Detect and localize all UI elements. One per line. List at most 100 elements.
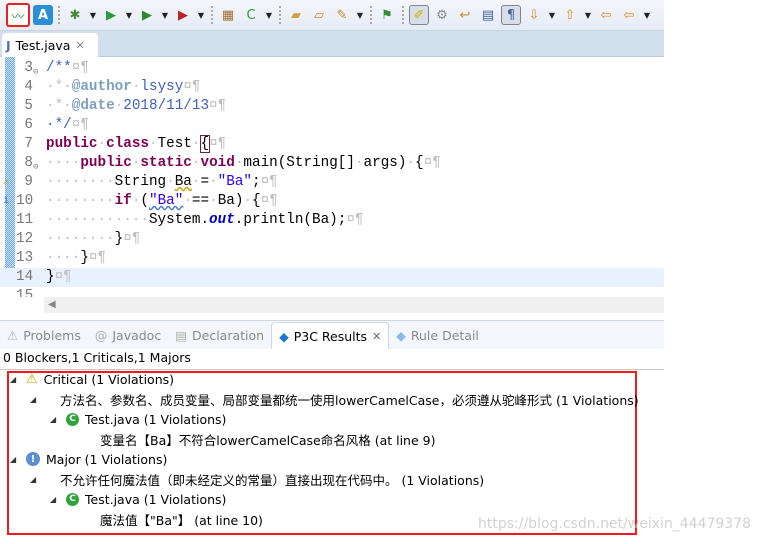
code-line[interactable]: 4 ·*·@author·lsysy¤¶ — [0, 78, 664, 97]
code-editor[interactable]: 3 ⊖/**¤¶ 4 ·*·@author·lsysy¤¶ 5 ·*·@date·2018… — [0, 57, 664, 297]
run-external-button[interactable]: ▶ — [173, 5, 193, 25]
tree-item[interactable]: ◢ 方法名、参数名、成员变量、局部变量都统一使用lowerCamelCase，必须… — [30, 389, 639, 409]
open-folder-button[interactable]: ▰ — [286, 5, 306, 25]
text-icon: A — [37, 7, 49, 23]
tab-problems[interactable]: ⚠ Problems — [0, 322, 88, 349]
code-line[interactable]: 6 ·*/¤¶ — [0, 116, 664, 135]
pen-button[interactable]: ✎ — [332, 5, 352, 25]
code-token: ·*/ — [46, 117, 72, 133]
code-line[interactable]: 3 ⊖/**¤¶ — [0, 59, 664, 78]
tree-item[interactable]: ◢! Major (1 Violations) — [10, 449, 167, 469]
dropdown-arrow-icon[interactable]: ▼ — [583, 11, 593, 20]
dropdown-arrow-icon[interactable]: ▼ — [355, 11, 365, 20]
debug-button[interactable]: ✱ — [65, 5, 85, 25]
tree-item[interactable]: ◢ 不允许任何魔法值（即未经定义的常量）直接出现在代码中。 (1 Violatio… — [30, 469, 484, 489]
line-number: 6 — [24, 117, 33, 133]
tab-p3c-results[interactable]: ◆ P3C Results ✕ — [271, 322, 390, 349]
warning-marker-icon[interactable]: ⚠ — [3, 173, 9, 192]
line-number: 12 — [16, 231, 34, 247]
dropdown-arrow-icon[interactable]: ▼ — [547, 11, 557, 20]
dropdown-arrow-icon[interactable]: ▼ — [160, 11, 170, 20]
expand-triangle-icon[interactable]: ◢ — [30, 475, 40, 484]
highlight-button[interactable]: ✐ — [409, 5, 429, 25]
tab-declaration[interactable]: ▤ Declaration — [168, 322, 271, 349]
new-package-button[interactable]: ▦ — [218, 5, 238, 25]
code-line[interactable]: 9 ⚠ ········String·Ba·=·"Ba";¤¶ — [0, 173, 664, 192]
code-token: ¤¶ — [123, 231, 141, 247]
code-token: ···· — [46, 250, 81, 266]
block-select-button[interactable]: ▤ — [478, 5, 498, 25]
code-token: ¤¶ — [71, 117, 89, 133]
expand-triangle-icon[interactable]: ◢ — [30, 395, 40, 404]
link-button[interactable]: ⚑ — [377, 5, 397, 25]
tree-item-label: 方法名、参数名、成员变量、局部变量都统一使用lowerCamelCase，必须遵… — [60, 392, 639, 408]
code-token: lsysy — [140, 79, 184, 95]
horizontal-scrollbar[interactable]: ◀ — [44, 297, 664, 313]
back-button[interactable]: ⇦ — [619, 5, 639, 25]
last-edit-button[interactable]: ⇦ — [596, 5, 616, 25]
code-line[interactable]: 10 i ········if·("Ba"·==·Ba)·{¤¶ — [0, 192, 664, 211]
next-annotation-button[interactable]: ⇩ — [524, 5, 544, 25]
dropdown-arrow-icon[interactable]: ▼ — [88, 11, 98, 20]
tree-item-label: Major (1 Violations) — [46, 451, 168, 467]
expand-triangle-icon[interactable]: ◢ — [10, 455, 20, 464]
activity-monitor-button[interactable]: 〰 — [6, 3, 30, 27]
code-text: ········if·("Ba"·==·Ba)·{¤¶ — [46, 192, 278, 211]
code-token: "Ba" — [217, 174, 252, 190]
info-marker-icon[interactable]: i — [3, 192, 9, 211]
tab-label: P3C Results — [293, 328, 368, 344]
tree-item[interactable]: ◢ ⚠ Critical (1 Violations) — [10, 369, 174, 389]
panel-tabs: ⚠ Problems @ Javadoc ▤ Declaration ◆ P3C Result… — [0, 320, 664, 349]
code-token: @author — [71, 79, 132, 95]
code-line[interactable]: 14}¤¶ — [0, 268, 664, 287]
expand-triangle-icon[interactable]: ◢ — [50, 495, 60, 504]
code-token: 2018/11/13 — [123, 98, 210, 114]
tree-item-label: Critical (1 Violations) — [43, 371, 175, 387]
tree-item[interactable]: ◢ C Test.java (1 Violations) — [50, 489, 226, 509]
coverage-button[interactable]: ▶ — [137, 5, 157, 25]
code-token: ¤¶ — [183, 79, 201, 95]
code-token: @date — [71, 98, 115, 114]
code-token: ¤¶ — [88, 250, 107, 266]
tab-label: Rule Detail — [410, 328, 479, 343]
tree-item[interactable]: ◢ C Test.java (1 Violations) — [50, 409, 226, 429]
code-line[interactable]: 8 ⊖ ····public·static·void·main(String[]·a… — [0, 154, 664, 173]
code-line[interactable]: 15 — [0, 287, 664, 297]
code-token: ¤¶ — [209, 136, 227, 152]
dropdown-arrow-icon[interactable]: ▼ — [264, 11, 274, 20]
coverage-icon: ▶ — [142, 7, 152, 23]
dropdown-arrow-icon[interactable]: ▼ — [124, 11, 134, 20]
code-line[interactable]: 11 ············System.out.println(Ba);¤¶ — [0, 211, 664, 230]
dropdown-arrow-icon[interactable]: ▼ — [642, 11, 652, 20]
prev-annotation-button[interactable]: ⇧ — [560, 5, 580, 25]
expand-triangle-icon[interactable]: ◢ — [10, 375, 20, 384]
code-line[interactable]: 12 ········}¤¶ — [0, 230, 664, 249]
dropdown-arrow-icon[interactable]: ▼ — [196, 11, 206, 20]
code-token: void — [200, 155, 235, 171]
scroll-left-icon[interactable]: ◀ — [48, 299, 56, 310]
show-whitespace-button[interactable]: ¶ — [501, 5, 521, 25]
editor-tab-strip: J Test.java ✕ — [0, 31, 664, 57]
code-token: } — [114, 231, 124, 247]
code-line[interactable]: 13 ····}¤¶ — [0, 249, 664, 268]
tree-item[interactable]: 魔法值【"Ba"】 (at line 10) — [90, 509, 263, 529]
word-wrap-button[interactable]: ↩ — [455, 5, 475, 25]
code-line[interactable]: 5 ·*·@date·2018/11/13¤¶ — [0, 97, 664, 116]
open-task-button[interactable]: ▱ — [309, 5, 329, 25]
code-line[interactable]: 7 public·class·Test·{¤¶ — [0, 135, 664, 154]
new-class-button[interactable]: C — [241, 5, 261, 25]
tab-rule-detail[interactable]: ◆ Rule Detail — [389, 322, 486, 349]
show-whitespace-icon: ¶ — [506, 7, 516, 23]
share-button[interactable]: ⚙ — [432, 5, 452, 25]
tab-javadoc[interactable]: @ Javadoc — [88, 322, 168, 349]
run-button[interactable]: ▶ — [101, 5, 121, 25]
close-icon[interactable]: ✕ — [75, 39, 84, 52]
tab-test-java[interactable]: J Test.java ✕ — [2, 33, 98, 57]
text-button[interactable]: A — [33, 5, 53, 25]
code-token: · — [166, 174, 175, 190]
code-token: ········ — [46, 174, 115, 190]
expand-triangle-icon[interactable]: ◢ — [50, 415, 60, 424]
close-icon[interactable]: ✕ — [372, 330, 381, 343]
tree-item[interactable]: 变量名【Ba】不符合lowerCamelCase命名风格 (at line 9) — [90, 429, 435, 449]
code-token: .println(Ba); — [234, 212, 347, 228]
